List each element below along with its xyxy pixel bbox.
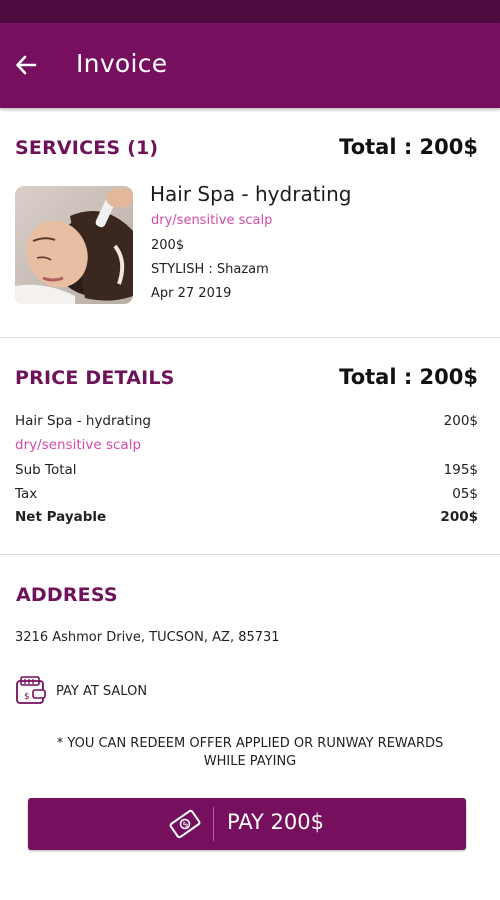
service-date: Apr 27 2019 xyxy=(151,286,232,301)
net-payable-label: Net Payable xyxy=(15,509,107,525)
redeem-note-line1: * YOU CAN REDEEM OFFER APPLIED OR RUNWAY… xyxy=(56,736,444,751)
redeem-note: * YOU CAN REDEEM OFFER APPLIED OR RUNWAY… xyxy=(20,735,480,771)
back-button[interactable] xyxy=(8,45,44,85)
price-details-title: PRICE DETAILS xyxy=(15,367,175,389)
pay-at-salon-label: PAY AT SALON xyxy=(56,684,148,699)
page-title: Invoice xyxy=(76,49,168,78)
address-text: 3216 Ashmor Drive, TUCSON, AZ, 85731 xyxy=(15,630,280,645)
pay-button-label: PAY 200$ xyxy=(227,810,325,834)
price-service-amount: 200$ xyxy=(443,413,478,429)
tax-value: 05$ xyxy=(452,486,478,502)
services-total: Total : 200$ xyxy=(339,135,478,159)
net-payable-value: 200$ xyxy=(440,509,478,525)
status-bar xyxy=(0,0,500,23)
tax-label: Tax xyxy=(15,486,38,502)
pay-button-separator xyxy=(213,807,214,841)
app-bar: Invoice xyxy=(0,23,500,108)
redeem-note-line2: WHILE PAYING xyxy=(203,754,297,769)
service-variant: dry/sensitive scalp xyxy=(151,213,273,228)
wallet-icon: $ xyxy=(15,675,47,707)
arrow-left-icon xyxy=(16,55,37,75)
service-name: Hair Spa - hydrating xyxy=(150,182,352,206)
service-price: 200$ xyxy=(151,238,185,253)
cash-icon: $ xyxy=(168,807,202,841)
divider xyxy=(0,337,500,338)
address-title: ADDRESS xyxy=(16,584,118,606)
services-title: SERVICES (1) xyxy=(15,137,159,159)
svg-text:$: $ xyxy=(24,692,30,702)
divider xyxy=(0,554,500,555)
subtotal-label: Sub Total xyxy=(15,462,77,478)
subtotal-value: 195$ xyxy=(443,462,478,478)
pay-button[interactable]: $ PAY 200$ xyxy=(28,798,466,850)
price-service-name: Hair Spa - hydrating xyxy=(15,413,151,429)
price-details-total: Total : 200$ xyxy=(339,365,478,389)
service-image xyxy=(15,186,133,304)
price-service-variant: dry/sensitive scalp xyxy=(15,437,142,453)
service-stylist: STYLISH : Shazam xyxy=(151,262,269,277)
